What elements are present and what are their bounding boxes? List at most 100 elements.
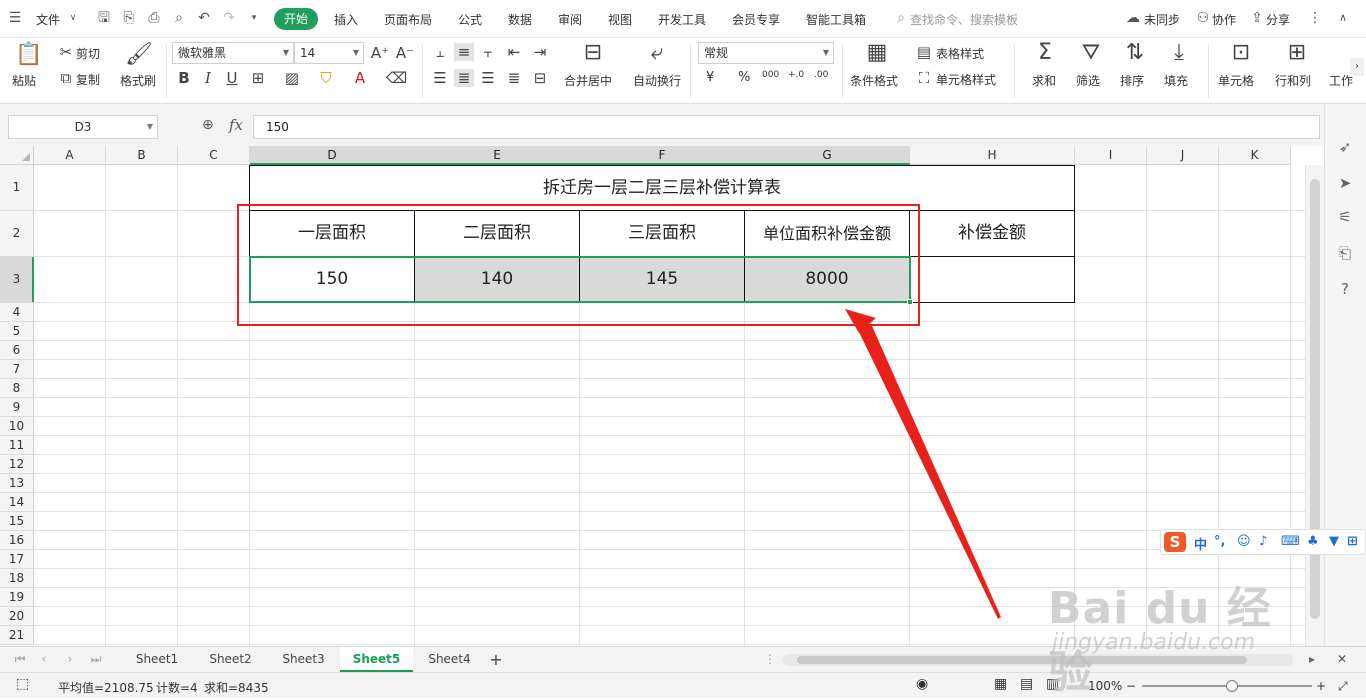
customize-icon[interactable]: ▾ (245, 9, 263, 27)
print-preview-icon[interactable]: ⌕ (170, 9, 188, 27)
column-header-g[interactable]: G (745, 146, 910, 165)
column-header-f[interactable]: F (580, 146, 745, 165)
cell-style-button[interactable]: 单元格样式 (936, 71, 996, 88)
eye-protect-icon[interactable]: ◉ (916, 676, 928, 692)
column-header-k[interactable]: K (1219, 146, 1291, 165)
decimal-decrease-button[interactable]: .00 (814, 70, 828, 80)
collapse-ribbon-icon[interactable]: ∧ (1334, 9, 1352, 27)
emoji-icon[interactable]: ☺ (1237, 534, 1251, 549)
undo-icon[interactable]: ↶ (195, 9, 213, 27)
distribute-icon[interactable]: ⊟ (530, 69, 550, 87)
bold-icon[interactable]: B (174, 69, 194, 87)
value-cell-h3[interactable] (909, 256, 1075, 303)
row-col-icon[interactable]: ⊞ (1282, 40, 1312, 66)
tab-developer[interactable]: 开发工具 (658, 11, 706, 28)
align-left-icon[interactable]: ☰ (430, 69, 450, 87)
cut-button[interactable]: 剪切 (76, 45, 100, 62)
zoom-search-icon[interactable]: ⊕ (202, 117, 214, 133)
format-painter-icon[interactable]: 🖌 (124, 42, 154, 68)
align-center-icon[interactable]: ≣ (454, 69, 474, 87)
row-header-7[interactable]: 7 (0, 360, 34, 379)
column-header-i[interactable]: I (1075, 146, 1147, 165)
normal-view-icon[interactable]: ▦ (994, 676, 1007, 692)
fill-icon[interactable]: ⤓ (1164, 40, 1194, 66)
grid-menu-icon[interactable]: ⊞ (1347, 534, 1358, 549)
page-layout-view-icon[interactable]: ▤ (1020, 676, 1033, 692)
row-header-10[interactable]: 10 (0, 417, 34, 436)
column-header-j[interactable]: J (1147, 146, 1219, 165)
value-cell-f3[interactable]: 145 (579, 256, 745, 303)
more-icon[interactable]: ⋮ (1306, 9, 1324, 27)
row-header-15[interactable]: 15 (0, 512, 34, 531)
wrap-text-icon[interactable]: ⤶ (642, 40, 672, 66)
first-sheet-icon[interactable]: ⏮ (12, 647, 28, 672)
prev-sheet-icon[interactable]: ‹ (36, 647, 52, 672)
zoom-in-icon[interactable]: + (1316, 679, 1326, 693)
highlight-icon[interactable]: ⛉ (316, 69, 336, 87)
tab-start[interactable]: 开始 (274, 8, 318, 30)
row-header-12[interactable]: 12 (0, 455, 34, 474)
formula-input[interactable]: 150 (253, 115, 1320, 139)
command-search[interactable]: 查找命令、搜索模板 (910, 11, 1018, 28)
indent-increase-icon[interactable]: ⇥ (530, 43, 550, 61)
name-box[interactable]: D3 ▼ (8, 115, 158, 139)
column-header-b[interactable]: B (106, 146, 178, 165)
font-grow-icon[interactable]: A⁺ (370, 44, 390, 62)
scroll-right-icon[interactable]: ▸ (1304, 647, 1320, 672)
align-middle-icon[interactable]: ≡ (454, 43, 474, 61)
row-header-20[interactable]: 20 (0, 607, 34, 626)
align-top-icon[interactable]: ⫠ (430, 43, 450, 61)
sheet-tab-4[interactable]: Sheet4 (413, 647, 486, 672)
format-painter-button[interactable]: 格式刷 (120, 72, 156, 89)
file-menu[interactable]: 文件 (36, 11, 60, 28)
zoom-out-icon[interactable]: − (1126, 679, 1136, 693)
redo-icon[interactable]: ↷ (220, 9, 238, 27)
sheet-tab-5-active[interactable]: Sheet5 (340, 647, 413, 672)
row-header-13[interactable]: 13 (0, 474, 34, 493)
sheet-tab-3[interactable]: Sheet3 (267, 647, 340, 672)
ribbon-scroll-right-icon[interactable]: › (1350, 58, 1364, 76)
font-shrink-icon[interactable]: A⁻ (395, 44, 415, 62)
thousands-button[interactable]: 000 (762, 70, 779, 80)
clear-format-icon[interactable]: ⌫ (386, 69, 407, 87)
sum-button[interactable]: 求和 (1032, 72, 1056, 89)
number-format-select[interactable]: 常规 ▼ (698, 42, 834, 64)
row-header-9[interactable]: 9 (0, 398, 34, 417)
font-size-select[interactable]: 14 ▼ (294, 42, 364, 64)
spreadsheet-grid[interactable]: 拆迁房一层二层三层补偿计算表 一层面积 二层面积 三层面积 单位面积补偿金额 补… (34, 165, 1305, 646)
cell-button[interactable]: 单元格 (1218, 72, 1254, 89)
row-header-18[interactable]: 18 (0, 569, 34, 588)
mic-icon[interactable]: ♪ (1259, 534, 1267, 549)
row-header-19[interactable]: 19 (0, 588, 34, 607)
tab-formula[interactable]: 公式 (458, 11, 482, 28)
shirt-icon[interactable]: ▼ (1329, 534, 1339, 549)
row-header-17[interactable]: 17 (0, 550, 34, 569)
table-style-button[interactable]: 表格样式 (936, 45, 984, 62)
percent-button[interactable]: % (738, 70, 750, 85)
align-bottom-icon[interactable]: ⫟ (478, 43, 498, 61)
merge-center-button[interactable]: 合并居中 (564, 72, 612, 89)
adjust-icon[interactable]: ⚟ (1335, 208, 1355, 226)
row-header-11[interactable]: 11 (0, 436, 34, 455)
fx-label[interactable]: fx (229, 116, 243, 134)
sync-status[interactable]: 未同步 (1144, 11, 1180, 28)
sort-button[interactable]: 排序 (1120, 72, 1144, 89)
row-header-2[interactable]: 2 (0, 211, 34, 257)
ime-chinese-toggle[interactable]: 中 (1194, 534, 1207, 553)
fullscreen-icon[interactable]: ⤢ (1338, 679, 1348, 694)
tab-data[interactable]: 数据 (508, 11, 532, 28)
paste-button[interactable]: 粘贴 (12, 72, 36, 89)
value-cell-e3[interactable]: 140 (414, 256, 580, 303)
column-header-a[interactable]: A (34, 146, 106, 165)
column-header-d[interactable]: D (250, 146, 415, 165)
macro-record-icon[interactable]: ⬚ (16, 676, 29, 692)
rocket-icon[interactable]: ➶ (1335, 138, 1355, 156)
conditional-format-icon[interactable]: ▦ (862, 40, 892, 66)
decimal-increase-button[interactable]: +.0 (788, 70, 804, 80)
tab-page-layout[interactable]: 页面布局 (384, 11, 432, 28)
help-icon[interactable]: ? (1335, 280, 1355, 298)
hamburger-icon[interactable]: ☰ (6, 9, 24, 27)
last-sheet-icon[interactable]: ⏭ (88, 647, 104, 672)
row-header-16[interactable]: 16 (0, 531, 34, 550)
value-cell-d3[interactable]: 150 (249, 256, 415, 303)
